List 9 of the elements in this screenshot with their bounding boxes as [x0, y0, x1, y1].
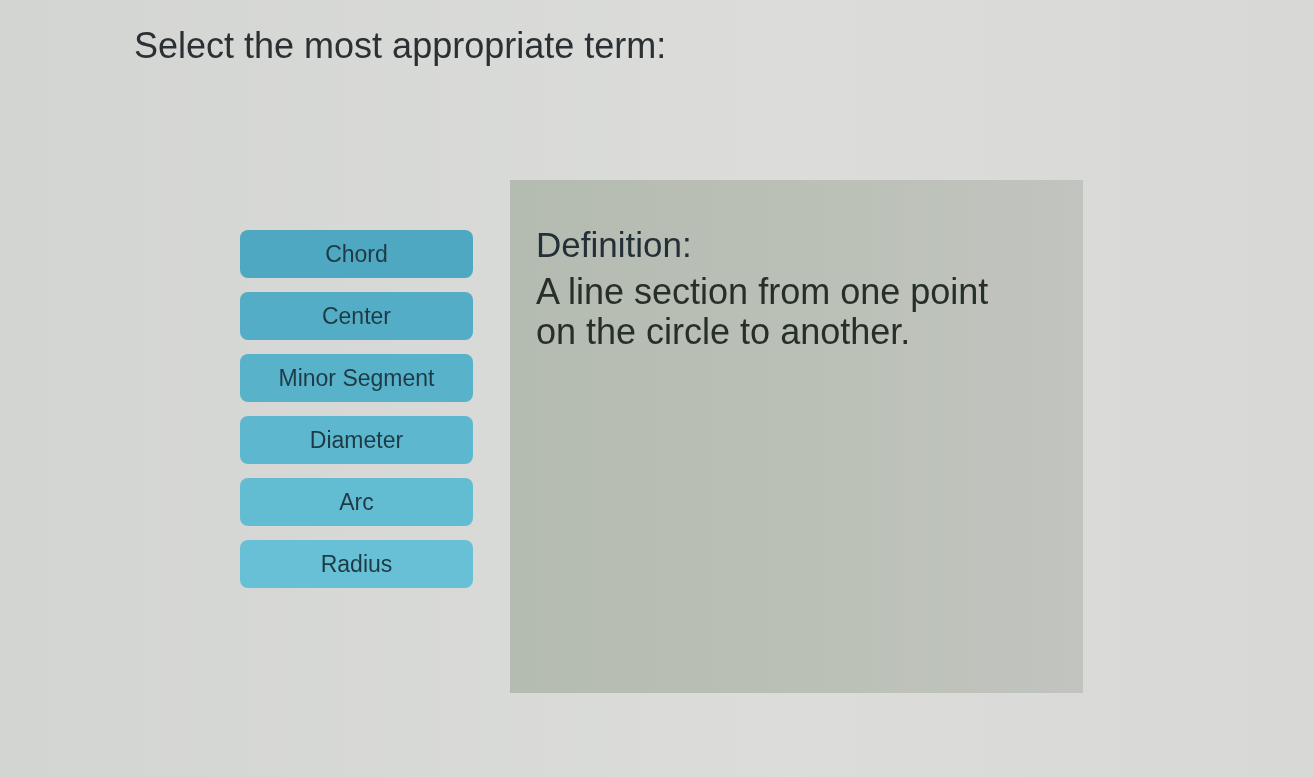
definition-heading: Definition: [536, 224, 692, 266]
definition-text: A line section from one point on the circle to another. [536, 272, 990, 352]
term-button[interactable]: Center [240, 292, 473, 340]
term-button[interactable]: Arc [240, 478, 473, 526]
term-button[interactable]: Radius [240, 540, 473, 588]
term-button[interactable]: Chord [240, 230, 473, 278]
question-prompt: Select the most appropriate term: [134, 24, 667, 68]
term-button[interactable]: Diameter [240, 416, 473, 464]
term-button[interactable]: Minor Segment [240, 354, 473, 402]
